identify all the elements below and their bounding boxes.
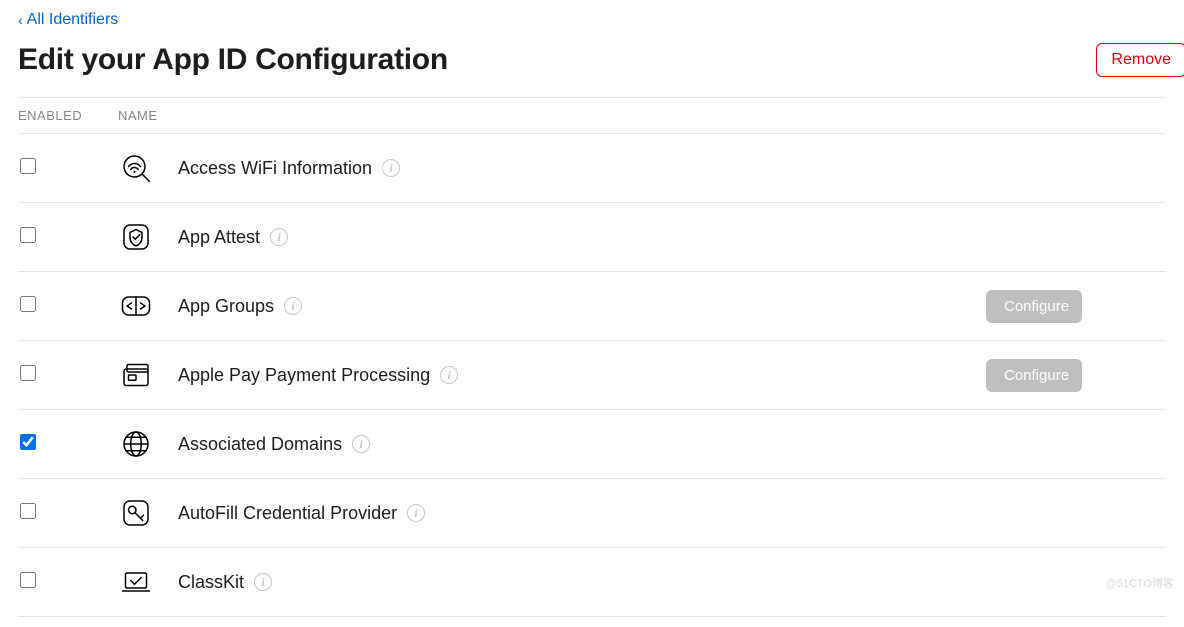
app-groups-icon [118, 288, 178, 324]
header: Edit your App ID Configuration Remove [18, 43, 1166, 77]
apple-pay-icon [118, 357, 178, 393]
remove-button[interactable]: Remove [1096, 43, 1184, 77]
info-icon[interactable]: i [382, 159, 400, 177]
info-icon[interactable]: i [270, 228, 288, 246]
capability-enabled-checkbox[interactable] [20, 572, 36, 588]
table-row: AutoFill Credential Provider i [18, 479, 1166, 548]
configure-button[interactable]: Configure [986, 290, 1082, 323]
globe-icon [118, 426, 178, 462]
table-row: ClassKit i [18, 548, 1166, 617]
chevron-left-icon: ‹ [18, 12, 23, 28]
page-title: Edit your App ID Configuration [18, 43, 448, 77]
back-link[interactable]: ‹ All Identifiers [18, 11, 118, 29]
configure-button[interactable]: Configure [986, 359, 1082, 392]
info-icon[interactable]: i [407, 504, 425, 522]
capability-name: App Attest [178, 227, 260, 248]
capability-name: Associated Domains [178, 434, 342, 455]
capability-name: Apple Pay Payment Processing [178, 365, 430, 386]
capability-name: Access WiFi Information [178, 158, 372, 179]
capability-enabled-checkbox[interactable] [20, 296, 36, 312]
capability-enabled-checkbox[interactable] [20, 158, 36, 174]
capability-name: ClassKit [178, 572, 244, 593]
table-row: Access WiFi Information i [18, 134, 1166, 203]
table-row: Associated Domains i [18, 410, 1166, 479]
watermark: @51CTO博客 [1106, 575, 1174, 591]
capabilities-table: ENABLED NAME Access WiFi InformationiApp… [18, 97, 1166, 617]
wifi-search-icon [118, 150, 178, 186]
capability-name: AutoFill Credential Provider [178, 503, 397, 524]
back-link-label: All Identifiers [27, 11, 119, 29]
info-icon[interactable]: i [284, 297, 302, 315]
classkit-icon [118, 564, 178, 600]
info-icon[interactable]: i [254, 573, 272, 591]
table-row: App Attest i [18, 203, 1166, 272]
info-icon[interactable]: i [440, 366, 458, 384]
capability-name: App Groups [178, 296, 274, 317]
table-header: ENABLED NAME [18, 97, 1166, 134]
col-enabled: ENABLED [18, 108, 118, 123]
capability-enabled-checkbox[interactable] [20, 434, 36, 450]
col-name: NAME [118, 108, 1166, 123]
capability-enabled-checkbox[interactable] [20, 365, 36, 381]
table-row: Apple Pay Payment Processing i Configure [18, 341, 1166, 410]
info-icon[interactable]: i [352, 435, 370, 453]
key-icon [118, 495, 178, 531]
capability-enabled-checkbox[interactable] [20, 503, 36, 519]
capability-enabled-checkbox[interactable] [20, 227, 36, 243]
table-row: App Groups i Configure [18, 272, 1166, 341]
attest-icon [118, 219, 178, 255]
